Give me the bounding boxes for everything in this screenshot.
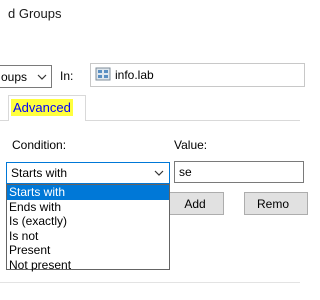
tab-advanced[interactable]: Advanced	[8, 95, 86, 121]
bottom-divider	[0, 282, 300, 283]
remove-button-label: Remo	[257, 196, 290, 211]
add-button[interactable]: Add	[166, 192, 224, 215]
remove-button[interactable]: Remo	[244, 192, 308, 215]
condition-option[interactable]: Not present	[7, 258, 169, 273]
condition-label: Condition:	[12, 138, 67, 152]
location-field[interactable]: info.lab	[90, 63, 305, 87]
condition-selected: Starts with	[11, 166, 68, 180]
value-label: Value:	[174, 138, 208, 152]
tab-advanced-label: Advanced	[11, 99, 73, 116]
window-title: d Groups	[8, 6, 62, 21]
location-text: info.lab	[115, 68, 154, 82]
condition-option[interactable]: Is not	[7, 229, 169, 244]
condition-combobox[interactable]: Starts with	[6, 162, 170, 184]
condition-option[interactable]: Present	[7, 243, 169, 258]
chevron-down-icon[interactable]	[149, 170, 169, 176]
find-type-value: oups	[1, 69, 28, 84]
value-input[interactable]: se	[174, 161, 304, 183]
condition-option[interactable]: Starts with	[7, 185, 169, 200]
domain-icon	[95, 66, 111, 85]
find-type-combobox[interactable]: oups	[0, 65, 52, 88]
condition-option[interactable]: Ends with	[7, 200, 169, 215]
in-label: In:	[60, 69, 74, 83]
condition-dropdown-list[interactable]: Starts with Ends with Is (exactly) Is no…	[6, 184, 170, 273]
add-button-label: Add	[184, 196, 206, 211]
chevron-down-icon[interactable]	[33, 74, 51, 80]
condition-option[interactable]: Is (exactly)	[7, 214, 169, 229]
